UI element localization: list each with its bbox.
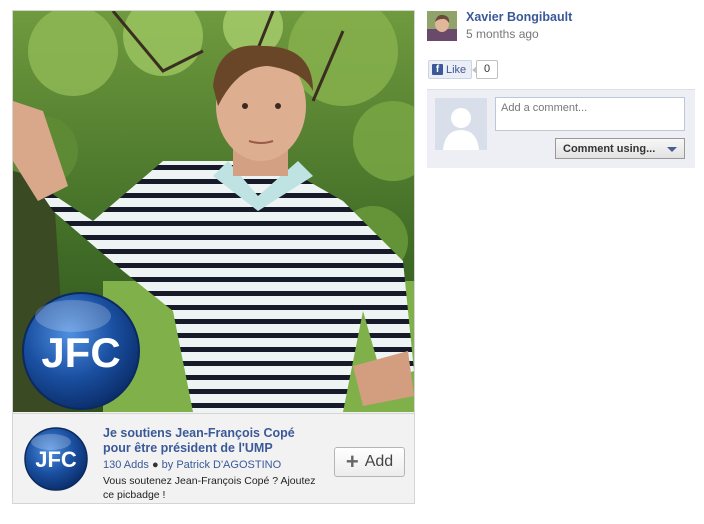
badge-photo[interactable]: JFC (13, 11, 414, 412)
picbadge-card: JFC JFC Je soutiens Jean-François Copé p… (12, 10, 415, 504)
author-name-link[interactable]: Xavier Bongibault (466, 10, 572, 24)
adds-count[interactable]: 130 Adds (103, 459, 149, 471)
jfc-logo-icon[interactable]: JFC (23, 426, 89, 492)
photo-illustration: JFC (13, 11, 414, 412)
like-label: Like (446, 63, 467, 76)
comment-input[interactable] (495, 97, 685, 131)
author-avatar[interactable] (427, 11, 457, 41)
badge-meta: 130 Adds ● by Patrick D'AGOSTINO (103, 459, 281, 471)
default-avatar (435, 98, 487, 150)
chevron-down-icon (667, 147, 677, 152)
add-badge-button[interactable]: + Add (334, 447, 405, 477)
post-timestamp[interactable]: 5 months ago (466, 27, 539, 41)
comment-box: Comment using... (427, 89, 695, 168)
like-count: 0 (472, 60, 498, 79)
badge-description: Vous soutenez Jean-François Copé ? Ajout… (103, 475, 316, 501)
add-button-label: Add (364, 453, 394, 470)
photo-logo-text: JFC (41, 329, 120, 376)
by-prefix: by (161, 459, 174, 471)
mini-logo-text: JFC (35, 447, 77, 472)
facebook-f-icon: f (432, 64, 443, 75)
badge-info-panel: JFC Je soutiens Jean-François Copé pour … (13, 413, 414, 503)
comment-using-dropdown[interactable]: Comment using... (555, 138, 685, 159)
plus-icon: + (345, 449, 359, 474)
silhouette-icon (435, 98, 487, 150)
badge-author-link[interactable]: Patrick D'AGOSTINO (176, 459, 281, 471)
author-photo-icon (427, 11, 457, 41)
like-button[interactable]: f Like (428, 60, 472, 79)
comment-using-label: Comment using... (563, 142, 656, 155)
meta-separator: ● (151, 459, 159, 471)
badge-title-link[interactable]: Je soutiens Jean-François Copé pour être… (103, 426, 323, 456)
